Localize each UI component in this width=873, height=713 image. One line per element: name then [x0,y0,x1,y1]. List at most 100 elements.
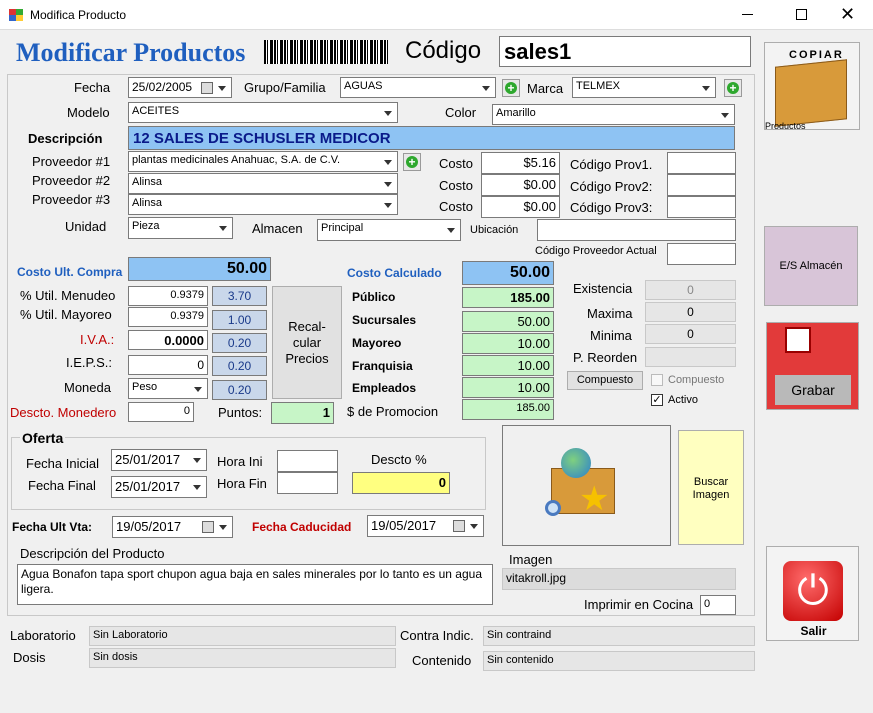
desc-producto-textarea[interactable]: Agua Bonafon tapa sport chupon agua baja… [17,564,493,605]
caducidad-picker[interactable]: 19/05/2017 [367,515,484,537]
unidad-select[interactable]: Pieza [128,217,233,239]
hora-ini-label: Hora Ini [217,454,263,469]
grupo-select[interactable]: AGUAS [340,77,496,98]
promocion-input[interactable]: 185.00 [462,399,554,420]
add-proveedor-button[interactable]: + [403,153,421,171]
descto-monedero-input[interactable]: 0 [128,402,194,422]
laboratorio-label: Laboratorio [10,628,76,643]
color-select[interactable]: Amarillo [492,104,735,125]
barcode-icon [264,40,388,64]
maximize-icon[interactable] [796,9,807,20]
fecha-inicial-label: Fecha Inicial [26,456,99,471]
moneda-label: Moneda [64,380,111,395]
hora-fin-input[interactable] [277,472,338,494]
descto-label: Descto % [371,452,427,467]
publico-input[interactable]: 185.00 [462,287,554,308]
buscar-imagen-button[interactable]: Buscar Imagen [678,430,744,545]
ubicacion-input[interactable] [537,219,736,241]
costo1-input[interactable]: $5.16 [481,152,560,174]
mayoreo-util-input[interactable]: 0.9379 [128,307,208,327]
es-almacen-button[interactable]: E/S Almacén [764,226,858,306]
add-marca-button[interactable]: + [724,79,742,97]
moneda-select[interactable]: Peso [128,378,208,399]
costo2-input[interactable]: $0.00 [481,174,560,196]
marca-label: Marca [527,81,564,96]
fecha-label: Fecha [74,80,111,95]
menudeo-label: % Util. Menudeo [20,288,116,303]
hora-ini-input[interactable] [277,450,338,472]
minima-value: 0 [645,324,736,344]
globe-icon [561,448,591,478]
codprov2-label: Código Prov2: [570,179,653,194]
add-grupo-button[interactable]: + [502,79,520,97]
salir-label: Salir [800,624,827,638]
franquisia-label: Franquisia [352,359,413,373]
costo-ult-input[interactable]: 50.00 [128,257,271,281]
codprov3-input[interactable] [667,196,736,218]
fecha-picker[interactable]: 25/02/2005 [128,77,232,98]
minimize-icon[interactable] [742,14,753,15]
oferta-title: Oferta [20,430,66,446]
grabar-button[interactable]: Grabar [766,322,859,410]
iva-input[interactable]: 0.0000 [128,330,208,350]
maxima-value: 0 [645,302,736,322]
prov3-select[interactable]: Alinsa [128,194,398,215]
prov1-label: Proveedor #1 [32,154,111,169]
menudeo-input[interactable]: 0.9379 [128,286,208,306]
contenido-value: Sin contenido [483,651,755,671]
ubicacion-label: Ubicación [470,224,519,236]
ieps-label: I.E.P.S.: [66,355,113,370]
iva-pct: 0.20 [212,333,267,353]
ult-vta-label: Fecha Ult Vta: [12,520,93,534]
mayoreo-input[interactable]: 10.00 [462,333,554,354]
costo-calc-input[interactable]: 50.00 [462,261,554,285]
mayoreo-util-label: % Util. Mayoreo [20,307,112,322]
puntos-label: Puntos: [218,405,263,420]
ult-vta-picker[interactable]: 19/05/2017 [112,516,233,538]
dosis-label: Dosis [13,650,46,665]
compuesto-button[interactable]: Compuesto [567,371,643,390]
modelo-select[interactable]: ACEITES [128,102,398,123]
descripcion-input[interactable]: 12 SALES DE SCHUSLER MEDICOR [128,126,735,150]
compuesto-checkbox[interactable] [651,374,663,386]
copiar-productos-button[interactable]: COPIAR Productos [764,42,860,131]
fecha-final-picker[interactable]: 25/01/2017 [111,476,207,498]
empleados-label: Empleados [352,381,417,395]
grupo-label: Grupo/Familia [244,80,326,95]
codprov-actual-input[interactable] [667,243,736,265]
mayoreo-label: Mayoreo [352,336,402,350]
sucursales-label: Sucursales [352,313,417,327]
prov2-label: Proveedor #2 [32,173,111,188]
costo3-label: Costo [439,199,473,214]
franquisia-input[interactable]: 10.00 [462,355,554,376]
costo3-input[interactable]: $0.00 [481,196,560,218]
app-icon [9,9,23,21]
fecha-inicial-picker[interactable]: 25/01/2017 [111,449,207,471]
recalcular-button[interactable]: Recal- cular Precios [272,286,342,399]
dosis-value: Sin dosis [89,648,396,668]
codigo-label: Código [405,37,482,64]
marca-select[interactable]: TELMEX [572,77,716,98]
costo-ult-label: Costo Ult. Compra [17,265,123,279]
close-icon[interactable]: ✕ [840,4,855,24]
puntos-input[interactable]: 1 [271,402,334,424]
sucursales-input[interactable]: 50.00 [462,311,554,332]
fecha-final-label: Fecha Final [28,478,96,493]
prov1-select[interactable]: plantas medicinales Anahuac, S.A. de C.V… [128,151,398,172]
codprov2-input[interactable] [667,174,736,196]
plus-icon: + [406,156,418,168]
codprov-actual-label: Código Proveedor Actual [535,245,657,257]
codprov1-input[interactable] [667,152,736,174]
activo-checkbox[interactable]: ✓ [651,394,663,406]
cocina-input[interactable]: 0 [700,595,736,615]
descto-input[interactable]: 0 [352,472,450,494]
imagen-file: vitakroll.jpg [502,568,736,590]
product-image[interactable]: ★ [502,425,671,546]
almacen-select[interactable]: Principal [317,219,461,241]
empleados-input[interactable]: 10.00 [462,377,554,398]
salir-button[interactable]: ⏻ Salir [766,546,859,641]
ieps-input[interactable]: 0 [128,355,208,375]
codigo-input[interactable]: sales1 [499,36,751,67]
prov2-select[interactable]: Alinsa [128,173,398,194]
power-icon: ⏻ [783,561,843,621]
